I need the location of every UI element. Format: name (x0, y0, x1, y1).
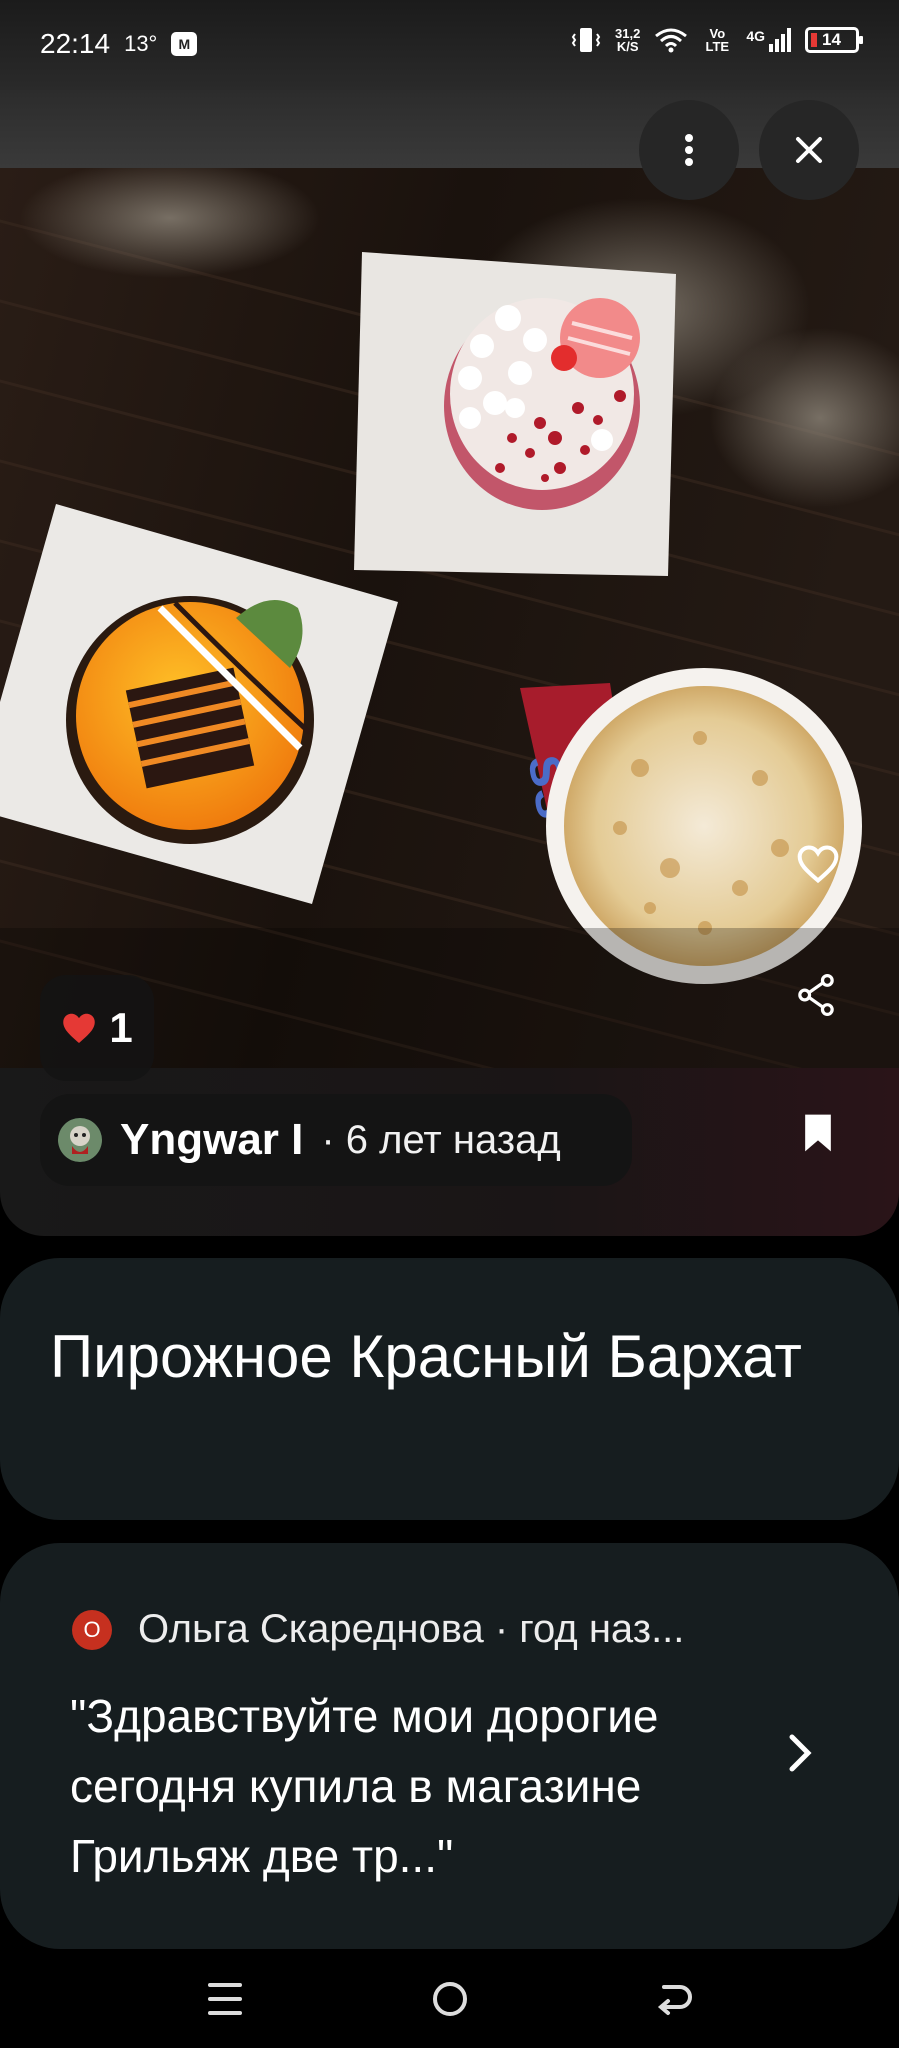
title-card: Пирожное Красный Бархат (0, 1258, 899, 1520)
home-icon[interactable] (430, 1979, 470, 2019)
bookmark-icon[interactable] (798, 1111, 838, 1155)
like-counter[interactable]: 1 (40, 975, 154, 1081)
battery-level: 14 (822, 30, 841, 49)
heart-outline-icon[interactable] (796, 843, 840, 885)
photo[interactable]: ss (0, 168, 899, 1068)
close-icon (796, 137, 822, 163)
more-options-button[interactable] (639, 100, 739, 200)
photo-image: ss (0, 168, 899, 1068)
clock: 22:14 (40, 28, 111, 59)
notification-app-icon: M (171, 32, 198, 56)
more-vertical-icon (685, 134, 693, 166)
recents-icon[interactable] (208, 1979, 242, 2019)
share-icon[interactable] (796, 974, 836, 1016)
net-speed-unit: K/S (616, 39, 639, 54)
review-header: О Ольга Скареднова · год наз... (72, 1607, 684, 1652)
heart-filled-icon (63, 1013, 96, 1043)
review-card[interactable]: О Ольга Скареднова · год наз... "Здравст… (0, 1543, 899, 1949)
author-time: · 6 лет назад (321, 1117, 561, 1162)
cell-signal-icon: 4G (746, 28, 791, 52)
chevron-right-icon[interactable] (788, 1733, 814, 1773)
status-right: 31,2 K/S Vo LTE 4G 14 (571, 26, 863, 54)
close-button[interactable] (759, 100, 859, 200)
volte-indicator: Vo LTE (705, 26, 730, 54)
reviewer-avatar: О (72, 1609, 112, 1650)
status-left: 22:14 13° M (40, 28, 198, 60)
author-chip[interactable]: Yngwar I · 6 лет назад (40, 1094, 632, 1186)
like-count: 1 (109, 1004, 133, 1051)
author-name: Yngwar I (120, 1115, 304, 1164)
place-title: Пирожное Красный Бархат (50, 1323, 802, 1390)
review-text: "Здравствуйте мои дорогие сегодня купила… (70, 1690, 659, 1882)
wifi-icon (655, 28, 688, 53)
temperature: 13° (124, 31, 158, 56)
battery-indicator: 14 (805, 27, 863, 53)
status-bar: 22:14 13° M 31,2 K/S Vo LTE 4G 14 (0, 0, 899, 90)
reviewer-line: Ольга Скареднова · год наз... (138, 1607, 685, 1651)
network-type: 4G (746, 28, 765, 44)
author-avatar (58, 1118, 102, 1162)
net-speed: 31,2 K/S (615, 27, 640, 53)
back-icon[interactable] (656, 1979, 694, 2019)
vibrate-icon (571, 28, 601, 52)
system-nav-bar (0, 1949, 899, 2048)
